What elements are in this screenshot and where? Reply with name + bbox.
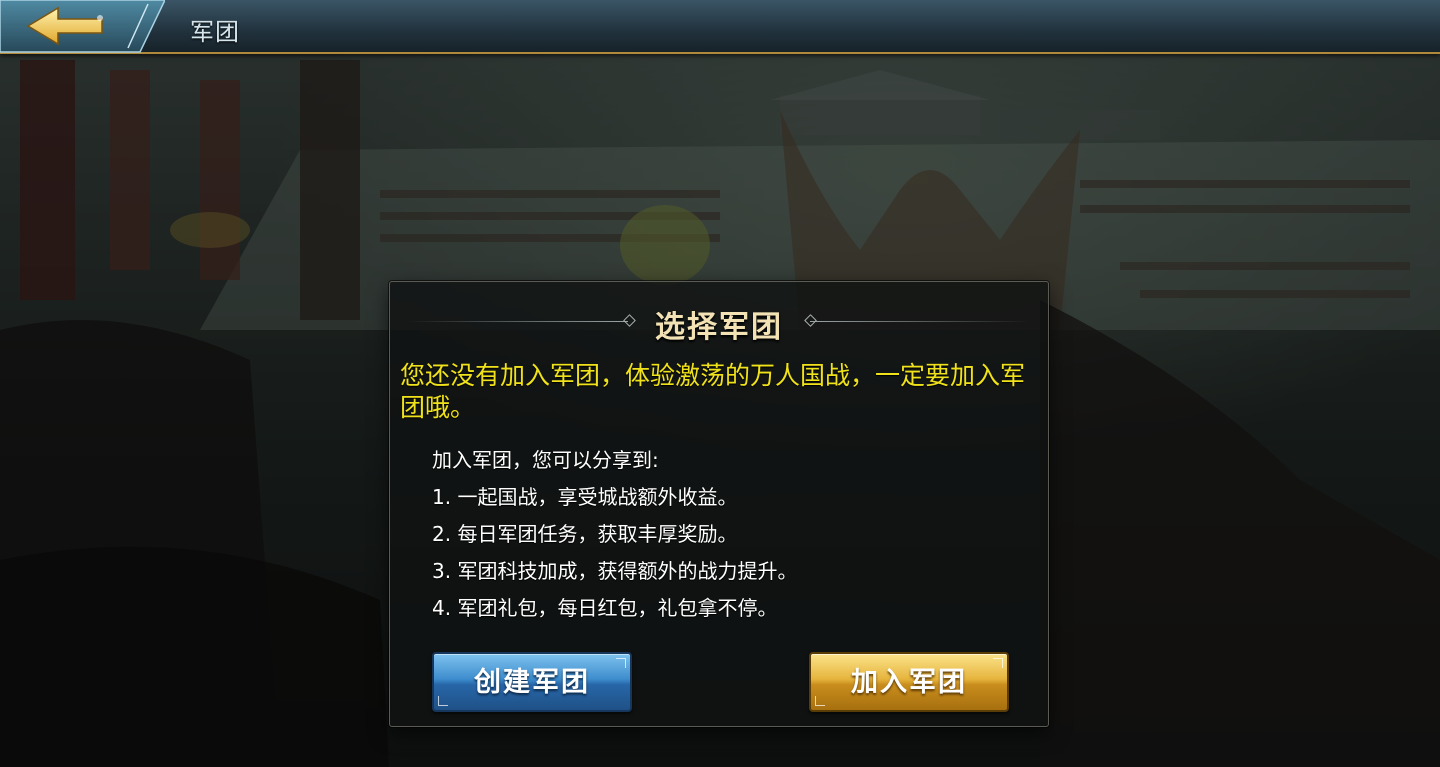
back-button[interactable] — [0, 0, 165, 56]
corner-ornament-icon — [438, 696, 448, 706]
game-screen: 军团 选择军团 您还没有加入军团，体验激荡的万人国战，一定要加入军团哦。 加入军… — [0, 0, 1440, 767]
create-legion-label: 创建军团 — [474, 667, 590, 698]
back-arrow-icon — [0, 0, 165, 53]
create-legion-button[interactable]: 创建军团 — [432, 652, 632, 712]
benefit-item: 1. 一起国战，享受城战额外收益。 — [432, 485, 738, 509]
benefits-heading: 加入军团，您可以分享到: — [432, 448, 659, 472]
select-legion-dialog: 选择军团 您还没有加入军团，体验激荡的万人国战，一定要加入军团哦。 加入军团，您… — [389, 281, 1049, 727]
benefits-list: 加入军团，您可以分享到: 1. 一起国战，享受城战额外收益。 2. 每日军团任务… — [432, 442, 1032, 627]
header-divider-right — [810, 321, 1030, 322]
top-bar: 军团 — [0, 0, 1440, 54]
corner-ornament-icon — [993, 658, 1003, 668]
page-title: 军团 — [190, 18, 240, 46]
benefit-item: 3. 军团科技加成，获得额外的战力提升。 — [432, 559, 798, 583]
benefit-item: 4. 军团礼包，每日红包，礼包拿不停。 — [432, 596, 778, 620]
corner-ornament-icon — [815, 696, 825, 706]
join-legion-button[interactable]: 加入军团 — [809, 652, 1009, 712]
dialog-header: 选择军团 — [390, 300, 1048, 345]
corner-ornament-icon — [616, 658, 626, 668]
benefit-item: 2. 每日军团任务，获取丰厚奖励。 — [432, 522, 738, 546]
dialog-title: 选择军团 — [655, 310, 783, 345]
dialog-intro-text: 您还没有加入军团，体验激荡的万人国战，一定要加入军团哦。 — [400, 361, 1026, 422]
join-legion-label: 加入军团 — [851, 667, 967, 698]
